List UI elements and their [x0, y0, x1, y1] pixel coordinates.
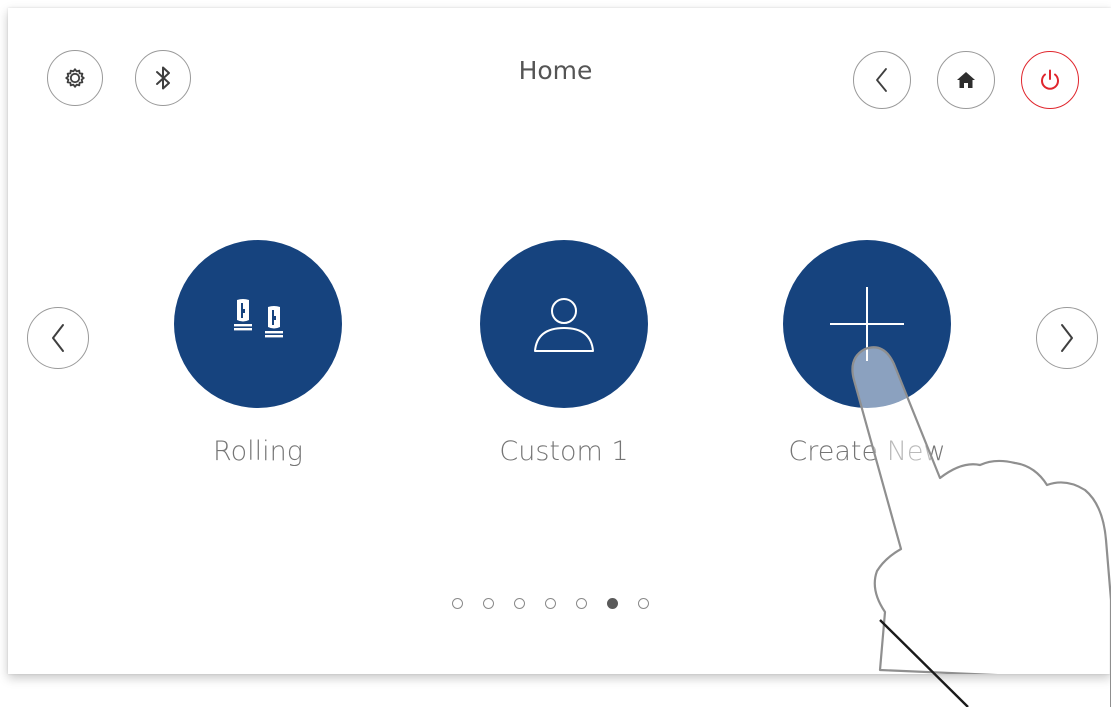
tile-custom-1-circle	[480, 240, 648, 408]
tile-rolling[interactable]: Rolling	[158, 240, 358, 467]
carousel-next-button[interactable]	[1036, 307, 1098, 369]
pagination-dot-active[interactable]	[607, 598, 618, 609]
chevron-left-icon	[52, 324, 64, 352]
tile-rolling-label: Rolling	[213, 436, 303, 467]
tile-create-new-label: Create New	[788, 436, 946, 467]
home-icon	[957, 72, 975, 88]
tile-custom-1[interactable]: Custom 1	[464, 240, 664, 467]
chevron-right-icon	[1061, 324, 1073, 352]
pagination-dot[interactable]	[576, 598, 587, 609]
plus-icon	[830, 287, 904, 361]
tile-create-new-circle	[783, 240, 951, 408]
massage-rollers-icon	[234, 299, 283, 338]
pagination-dot[interactable]	[545, 598, 556, 609]
chevron-left-icon	[876, 68, 887, 92]
tile-custom-1-label: Custom 1	[499, 436, 629, 467]
tile-create-new[interactable]: Create New	[767, 240, 967, 467]
carousel-prev-button[interactable]	[27, 307, 89, 369]
back-button[interactable]	[853, 51, 911, 109]
tile-rolling-circle	[174, 240, 342, 408]
pagination-dots	[452, 598, 649, 609]
pagination-dot[interactable]	[638, 598, 649, 609]
home-button[interactable]	[937, 51, 995, 109]
power-icon	[1041, 69, 1059, 90]
pagination-dot[interactable]	[483, 598, 494, 609]
power-button[interactable]	[1021, 51, 1079, 109]
pagination-dot[interactable]	[452, 598, 463, 609]
user-icon	[534, 298, 594, 352]
pagination-dot[interactable]	[514, 598, 525, 609]
